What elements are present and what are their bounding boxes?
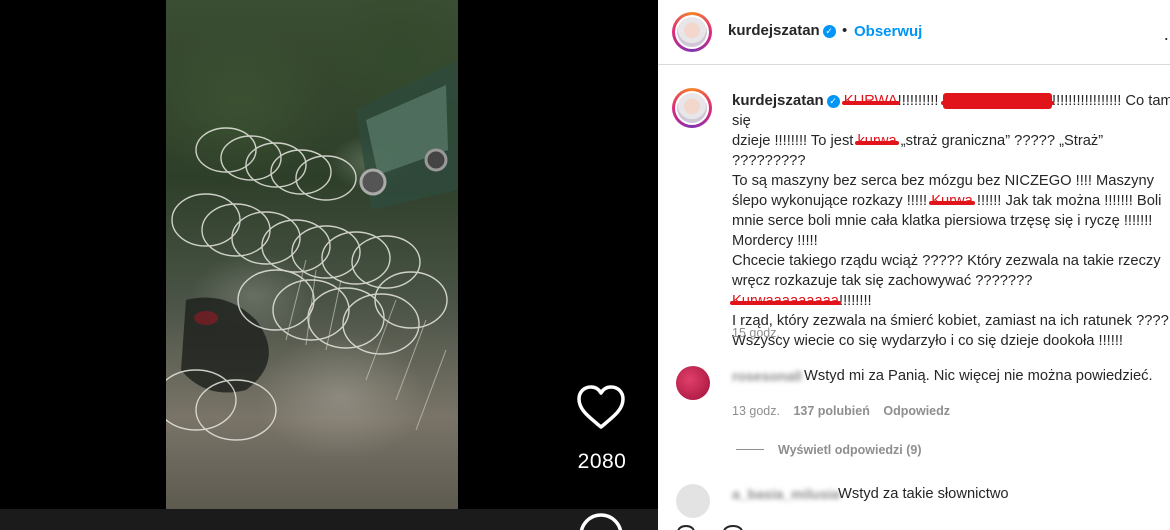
video-frame-graphic: [166, 60, 458, 441]
caption-timestamp[interactable]: 15 godz.: [732, 326, 780, 340]
verified-badge-icon: ✓: [826, 95, 840, 108]
verified-badge-icon: ✓: [822, 25, 836, 38]
comment-button[interactable]: [578, 512, 624, 530]
redacted-word: kurwa: [857, 133, 897, 149]
video-player[interactable]: [166, 0, 458, 509]
caption-text: !!!!!!!!: [838, 293, 872, 309]
commenter-avatar[interactable]: [676, 366, 710, 400]
commenter-username[interactable]: a_basia_milusia: [732, 486, 839, 502]
reply-button[interactable]: Odpowiedz: [883, 404, 950, 418]
caption-text: Mordercy !!!!!: [732, 233, 818, 249]
author-username-link[interactable]: kurdejszatan ✓: [728, 22, 836, 40]
caption-text: dzieje !!!!!!!! To jest: [732, 133, 858, 149]
more-options-icon[interactable]: …: [1163, 24, 1170, 45]
comment-time[interactable]: 13 godz.: [732, 404, 780, 418]
comment-icon: [579, 513, 623, 530]
caption-text: ślepo wykonujące rozkazy !!!!!: [732, 193, 932, 209]
redacted-word: Kurwa: [931, 193, 973, 209]
caption-text: !!!!!!!!!!: [897, 93, 943, 109]
separator-dot: •: [842, 22, 848, 39]
post-header: kurdejszatan✓ • Obserwuj …: [658, 0, 1170, 65]
redacted-word: Kurwaaaaaaaaa: [732, 293, 839, 309]
caption-text: wręcz rozkazuje tak się zachowywać ?????…: [732, 273, 1033, 289]
author-avatar[interactable]: [672, 12, 712, 52]
comment-text: Wstyd mi za Panią. Nic więcej nie można …: [804, 368, 1153, 384]
caption-text: mnie serce boli mnie cała klatka piersio…: [732, 213, 1153, 229]
post-details-panel: kurdejszatan✓ • Obserwuj … kurdejszatan✓…: [658, 0, 1170, 530]
media-bottom-bar: [0, 509, 658, 530]
caption-text: Wszyscy wiecie co się wydarzyło i co się…: [732, 333, 1123, 349]
comment-item: a_basia_milusia Wstyd za takie słownictw…: [676, 484, 1166, 524]
caption-username[interactable]: kurdejszatan: [732, 92, 824, 109]
caption-text: I rząd, który zezwala na śmierć kobiet, …: [732, 313, 1169, 329]
like-count: 2080: [577, 450, 627, 473]
commenter-username[interactable]: rosesonall: [732, 368, 802, 384]
caption-text: To są maszyny bez serca bez mózgu bez NI…: [732, 173, 1154, 189]
caption-author-avatar[interactable]: [672, 88, 712, 128]
like-button[interactable]: [575, 384, 627, 432]
view-replies-label: Wyświetl odpowiedzi (9): [778, 443, 922, 457]
action-icons-row: [677, 525, 743, 530]
comment-meta: 13 godz. 137 polubień Odpowiedz: [732, 404, 960, 418]
commenter-avatar[interactable]: [676, 484, 710, 518]
redacted-word: Szwaaaaaaaaaa: [942, 93, 1052, 109]
author-username: kurdejszatan: [728, 22, 820, 39]
comment-item: rosesonall Wstyd mi za Panią. Nic więcej…: [676, 366, 1166, 426]
comment-text: Wstyd za takie słownictwo: [838, 486, 1009, 502]
caption-text: !!!!!! Jak tak można !!!!!!! Boli: [972, 193, 1162, 209]
follow-button[interactable]: Obserwuj: [854, 23, 922, 40]
comment-likes[interactable]: 137 polubień: [793, 404, 869, 418]
view-replies-button[interactable]: Wyświetl odpowiedzi (9): [736, 443, 922, 457]
media-pane: 2080: [0, 0, 658, 530]
heart-icon: [577, 385, 625, 429]
caption-text: Chcecie takiego rządu wciąż ????? Który …: [732, 253, 1161, 269]
redacted-word: KURWA: [843, 93, 898, 109]
post-caption: kurdejszatan ✓ KURWA!!!!!!!!!! Szwaaaaaaa…: [732, 91, 1170, 351]
